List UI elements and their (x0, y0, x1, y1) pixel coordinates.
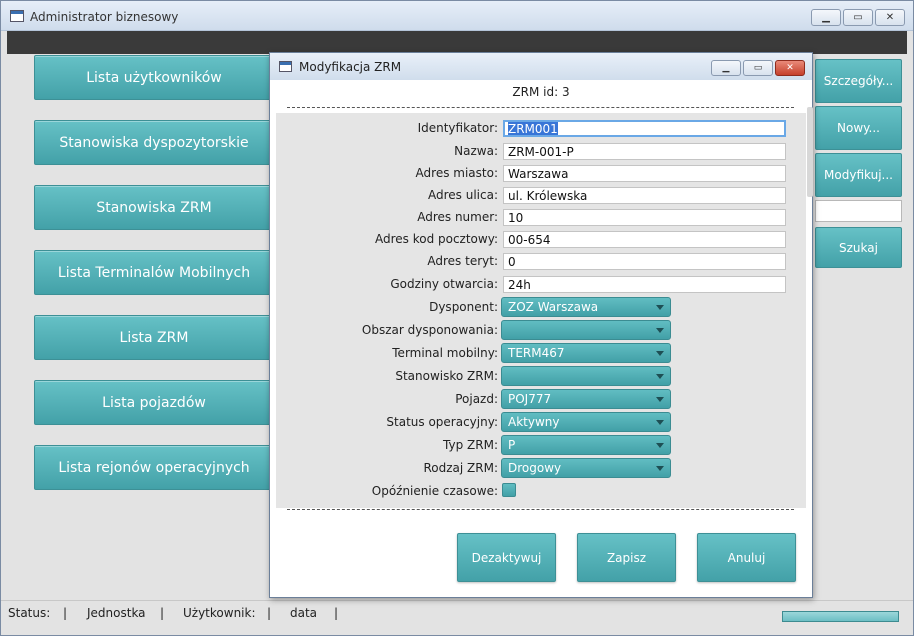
dialog-scrollbar[interactable] (807, 107, 813, 197)
progress-bar (782, 611, 899, 622)
vehicle-label: Pojazd: (455, 392, 498, 406)
teryt-field[interactable]: 0 (503, 253, 786, 270)
dispatch-area-label: Obszar dysponowania: (361, 323, 498, 337)
search-button[interactable]: Szukaj (815, 227, 902, 268)
minimize-button[interactable]: ▁ (811, 9, 841, 26)
postal-code-label: Adres kod pocztowy: (374, 232, 498, 246)
street-label: Adres ulica: (427, 188, 498, 202)
mobile-terminal-select[interactable]: TERM467 (501, 343, 671, 363)
details-button[interactable]: Szczegóły... (815, 59, 902, 103)
app-window-icon (10, 10, 24, 22)
dialog-titlebar: Modyfikacja ZRM ▁ ▭ ✕ (270, 53, 812, 80)
chevron-down-icon (656, 397, 664, 402)
chevron-down-icon (656, 305, 664, 310)
nav-regions-button[interactable]: Lista rejonów operacyjnych (34, 445, 274, 490)
cancel-button[interactable]: Anuluj (697, 533, 796, 582)
zrm-station-label: Stanowisko ZRM: (395, 369, 498, 383)
chevron-down-icon (656, 374, 664, 379)
save-button[interactable]: Zapisz (577, 533, 676, 582)
menu-strip (7, 31, 907, 54)
chevron-down-icon (656, 328, 664, 333)
main-titlebar: Administrator biznesowy ▁ ▭ ✕ (1, 1, 913, 31)
window-title: Administrator biznesowy (30, 10, 179, 24)
time-delay-label: Opóźnienie czasowe: (371, 484, 498, 498)
separator-top (287, 107, 794, 108)
opening-hours-label: Godziny otwarcia: (390, 277, 498, 291)
separator-bottom (287, 509, 794, 510)
status-separator: | (267, 606, 272, 620)
identifier-field[interactable]: ZRM001 (503, 120, 786, 137)
nav-dispatcher-stations-button[interactable]: Stanowiska dyspozytorskie (34, 120, 274, 165)
dialog-title: Modyfikacja ZRM (299, 60, 402, 74)
opening-hours-field[interactable]: 24h (503, 276, 786, 293)
status-separator: | (160, 606, 165, 620)
dialog-window-icon (279, 61, 292, 72)
zrm-type-label: Typ ZRM: (443, 438, 498, 452)
operational-status-label: Status operacyjny: (386, 415, 498, 429)
status-bar: Status: | Jednostka | Użytkownik: | data… (1, 600, 913, 635)
deactivate-button[interactable]: Dezaktywuj (457, 533, 556, 582)
search-input[interactable] (815, 200, 902, 222)
city-label: Adres miasto: (415, 166, 498, 180)
vehicle-select[interactable]: POJ777 (501, 389, 671, 409)
postal-code-field[interactable]: 00-654 (503, 231, 786, 248)
zrm-kind-label: Rodzaj ZRM: (423, 461, 498, 475)
status-date: data (290, 606, 318, 620)
identifier-label: Identyfikator: (417, 121, 498, 135)
dialog-maximize-button[interactable]: ▭ (743, 60, 773, 76)
dialog-minimize-button[interactable]: ▁ (711, 60, 741, 76)
form-area: Identyfikator: ZRM001 Nazwa: ZRM-001-P A… (276, 113, 806, 508)
dispatch-area-select[interactable] (501, 320, 671, 340)
nav-zrm-list-button[interactable]: Lista ZRM (34, 315, 274, 360)
chevron-down-icon (656, 443, 664, 448)
status-separator: | (334, 606, 339, 620)
name-field[interactable]: ZRM-001-P (503, 143, 786, 160)
teryt-label: Adres teryt: (427, 254, 498, 268)
chevron-down-icon (656, 420, 664, 425)
name-label: Nazwa: (454, 144, 498, 158)
nav-mobile-terminals-button[interactable]: Lista Terminalów Mobilnych (34, 250, 274, 295)
new-button[interactable]: Nowy... (815, 106, 902, 150)
modify-button[interactable]: Modyfikuj... (815, 153, 902, 197)
status-separator: | (63, 606, 68, 620)
status-unit: Jednostka (87, 606, 146, 620)
close-button[interactable]: ✕ (875, 9, 905, 26)
mobile-terminal-label: Terminal mobilny: (392, 346, 498, 360)
nav-users-button[interactable]: Lista użytkowników (34, 55, 274, 100)
dialog-body: ZRM id: 3 Identyfikator: ZRM001 Nazwa: Z… (276, 80, 813, 592)
nav-vehicles-button[interactable]: Lista pojazdów (34, 380, 274, 425)
number-field[interactable]: 10 (503, 209, 786, 226)
dispatcher-select[interactable]: ZOZ Warszawa (501, 297, 671, 317)
dialog-close-button[interactable]: ✕ (775, 60, 805, 76)
zrm-kind-select[interactable]: Drogowy (501, 458, 671, 478)
operational-status-select[interactable]: Aktywny (501, 412, 671, 432)
street-field[interactable]: ul. Królewska (503, 187, 786, 204)
zrm-station-select[interactable] (501, 366, 671, 386)
zrm-type-select[interactable]: P (501, 435, 671, 455)
chevron-down-icon (656, 351, 664, 356)
maximize-button[interactable]: ▭ (843, 9, 873, 26)
zrm-id-label: ZRM id: 3 (512, 85, 570, 99)
status-label: Status: (8, 606, 51, 620)
city-field[interactable]: Warszawa (503, 165, 786, 182)
status-user: Użytkownik: (183, 606, 256, 620)
modify-zrm-dialog: Modyfikacja ZRM ▁ ▭ ✕ ZRM id: 3 Identyfi… (269, 52, 813, 598)
dispatcher-label: Dysponent: (429, 300, 498, 314)
chevron-down-icon (656, 466, 664, 471)
time-delay-checkbox[interactable] (502, 483, 516, 497)
nav-zrm-stations-button[interactable]: Stanowiska ZRM (34, 185, 274, 230)
number-label: Adres numer: (417, 210, 498, 224)
